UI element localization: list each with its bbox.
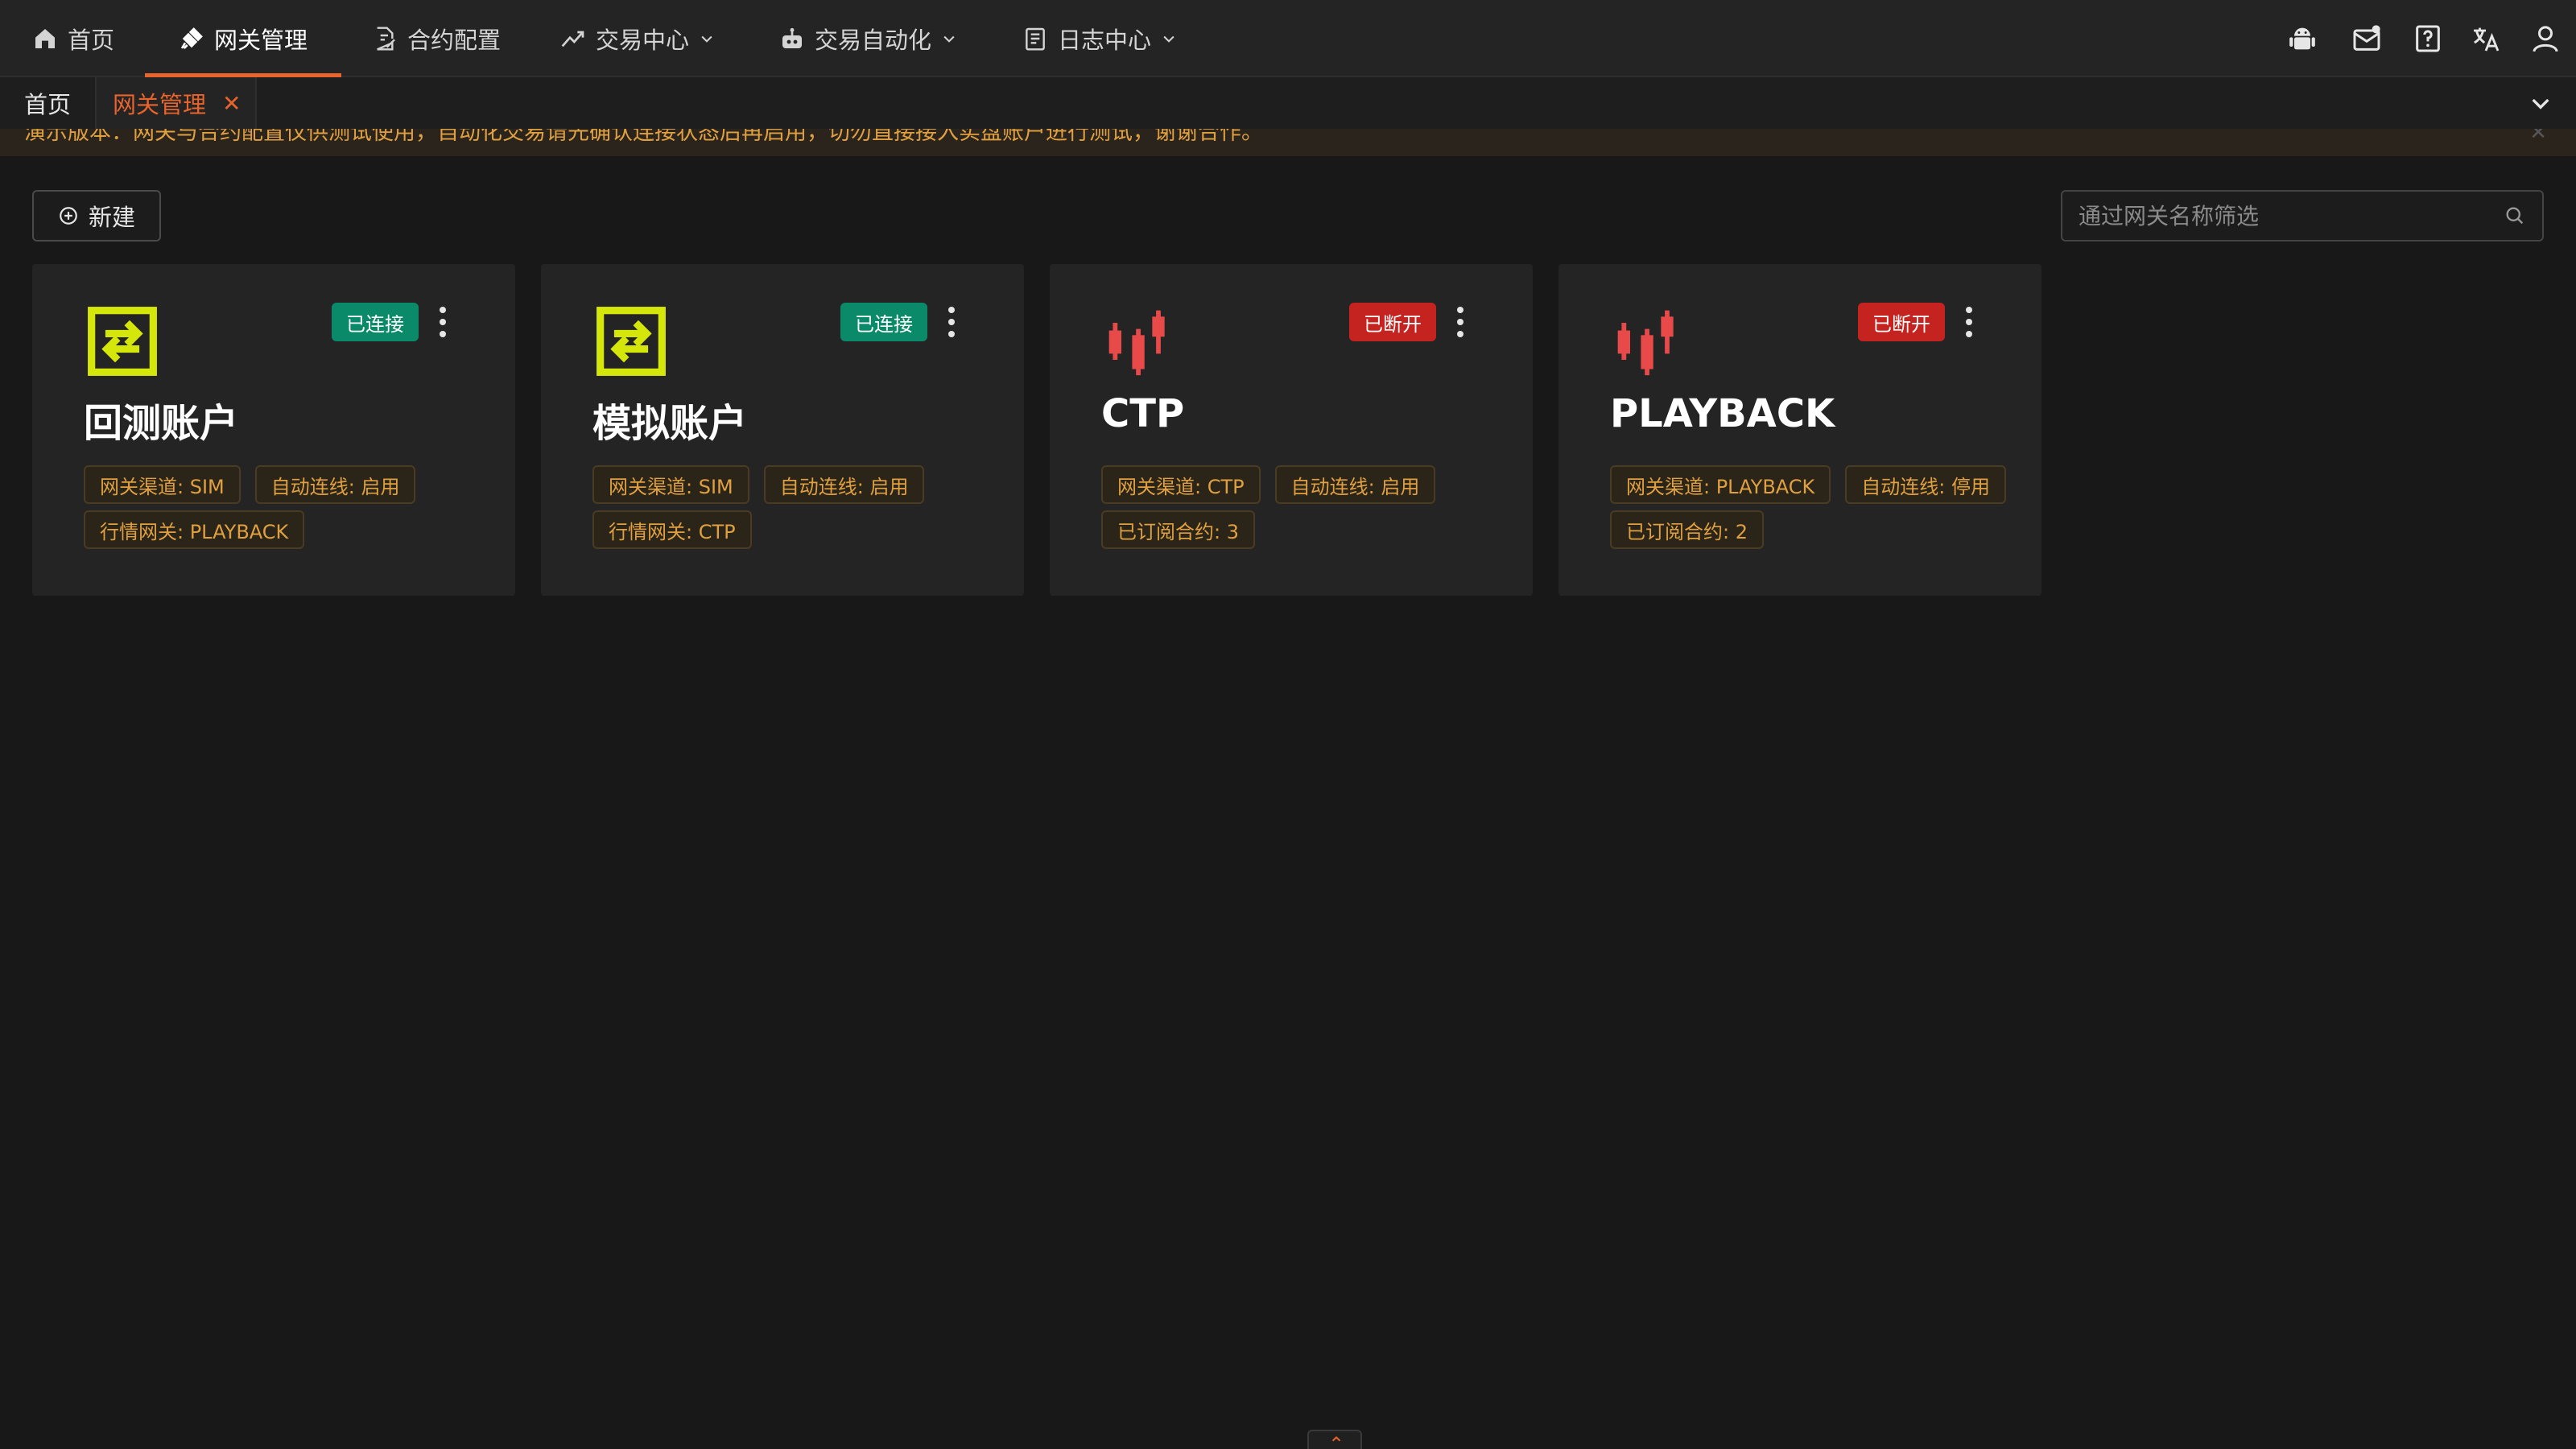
tag: 网关渠道: SIM (592, 465, 749, 504)
chevron-down-icon (2532, 98, 2549, 109)
tag: 网关渠道: PLAYBACK (1610, 465, 1831, 504)
gateway-card[interactable]: 已断开 PLAYBACK 网关渠道: PLAYBACK 自动连线: 停用 已订阅… (1558, 264, 2041, 596)
tag-list: 网关渠道: SIM 自动连线: 启用 行情网关: CTP (592, 465, 995, 549)
tag: 自动连线: 停用 (1845, 465, 2006, 504)
new-gateway-button[interactable]: 新建 (32, 190, 161, 242)
android-icon (2289, 27, 2315, 50)
status-badge: 已断开 (1858, 303, 1945, 341)
tag: 已订阅合约: 3 (1101, 510, 1255, 549)
nav-item-label: 合约配置 (407, 27, 502, 54)
tag-list: 网关渠道: CTP 自动连线: 启用 已订阅合约: 3 (1101, 465, 1504, 549)
nav-item-trade-center[interactable]: 交易中心 (560, 0, 715, 77)
nav-item-contract[interactable]: 合约配置 (372, 0, 501, 77)
scroll-to-top-button[interactable]: ⌃ (1307, 1430, 1362, 1449)
tag: 自动连线: 启用 (763, 465, 925, 504)
tag: 自动连线: 启用 (1274, 465, 1436, 504)
translate-button[interactable] (2470, 23, 2502, 55)
gateway-card[interactable]: 已连接 模拟账户 网关渠道: SIM 自动连线: 启用 行情网关: CTP (541, 264, 1024, 596)
tab-home[interactable]: 首页 (24, 77, 71, 129)
nav-item-label: 首页 (68, 27, 115, 54)
gateway-search-input[interactable] (2062, 192, 2497, 240)
document-edit-icon (377, 27, 395, 51)
nav-item-home[interactable]: 首页 (32, 0, 114, 77)
exchange-icon (85, 304, 159, 378)
user-icon (2533, 26, 2558, 52)
tabs-dropdown-button[interactable] (2528, 90, 2553, 116)
gateway-card[interactable]: 已断开 CTP 网关渠道: CTP 自动连线: 启用 已订阅合约: 3 (1050, 264, 1533, 596)
trend-up-icon (561, 31, 584, 47)
tab-label: 首页 (24, 91, 72, 118)
mail-icon (2353, 25, 2380, 51)
tag: 自动连线: 启用 (254, 465, 416, 504)
plug-icon (180, 27, 203, 49)
search-icon[interactable] (2504, 204, 2526, 227)
more-icon[interactable] (1959, 303, 1979, 341)
chevron-down-icon (701, 35, 712, 43)
card-title: 回测账户 (84, 401, 239, 446)
tab-gateway-management[interactable]: 网关管理 ✕ (95, 77, 258, 129)
status-badge: 已断开 (1349, 303, 1436, 341)
user-button[interactable] (2529, 23, 2562, 55)
tab-label: 网关管理 (113, 91, 207, 118)
help-button[interactable] (2412, 23, 2444, 55)
exchange-icon (594, 304, 668, 378)
nav-item-label: 日志中心 (1058, 27, 1152, 54)
candlestick-icon (1103, 304, 1177, 378)
help-icon (2416, 25, 2440, 52)
gateway-card[interactable]: 已连接 回测账户 网关渠道: SIM 自动连线: 启用 行情网关: PLAYBA… (32, 264, 515, 596)
tab-bar: 首页 网关管理 ✕ (0, 77, 2576, 129)
notice-banner: 演示版本：网关与合约配置仅供测试使用，自动化交易请先确认连接状态后再启用，切勿直… (0, 129, 2576, 156)
tag: 行情网关: PLAYBACK (84, 510, 305, 549)
chevron-down-icon (1163, 35, 1174, 43)
mail-button[interactable] (2351, 23, 2383, 55)
nav-item-logs[interactable]: 日志中心 (1022, 0, 1177, 77)
tag: 行情网关: CTP (592, 510, 752, 549)
translate-icon (2474, 27, 2500, 52)
chevron-up-icon: ⌃ (1328, 1433, 1345, 1449)
card-title: 模拟账户 (592, 401, 748, 446)
tag: 网关渠道: SIM (84, 465, 241, 504)
tag-list: 网关渠道: SIM 自动连线: 启用 行情网关: PLAYBACK (84, 465, 486, 549)
nav-item-label: 交易中心 (596, 27, 690, 54)
close-icon[interactable]: ✕ (222, 90, 241, 117)
plus-circle-icon (60, 207, 77, 225)
tag: 网关渠道: CTP (1101, 465, 1261, 504)
close-icon[interactable]: ✕ (2529, 129, 2547, 145)
nav-item-automation[interactable]: 交易自动化 (779, 0, 957, 77)
android-button[interactable] (2286, 23, 2318, 55)
more-icon[interactable] (1451, 303, 1470, 341)
robot-icon (782, 27, 802, 48)
card-title: PLAYBACK (1610, 391, 1835, 436)
new-button-label: 新建 (88, 204, 135, 231)
card-title: CTP (1101, 391, 1185, 436)
nav-item-label: 交易自动化 (815, 27, 932, 54)
tag-list: 网关渠道: PLAYBACK 自动连线: 停用 已订阅合约: 2 (1610, 465, 2013, 549)
candlestick-icon (1612, 304, 1686, 378)
notice-text: 演示版本：网关与合约配置仅供测试使用，自动化交易请先确认连接状态后再启用，切勿直… (24, 129, 1263, 145)
more-icon[interactable] (433, 303, 452, 341)
home-icon (35, 29, 55, 48)
top-navigation: 首页 网关管理 合约配置 交易中心 交易自动化 日志中心 (0, 0, 2576, 77)
more-icon[interactable] (942, 303, 961, 341)
log-icon (1026, 27, 1045, 51)
tag: 已订阅合约: 2 (1610, 510, 1764, 549)
nav-item-gateway[interactable]: 网关管理 (144, 0, 342, 77)
status-badge: 已连接 (332, 303, 419, 341)
nav-item-label: 网关管理 (214, 27, 308, 54)
chevron-down-icon (943, 35, 955, 43)
status-badge: 已连接 (840, 303, 927, 341)
gateway-search (2061, 190, 2544, 242)
